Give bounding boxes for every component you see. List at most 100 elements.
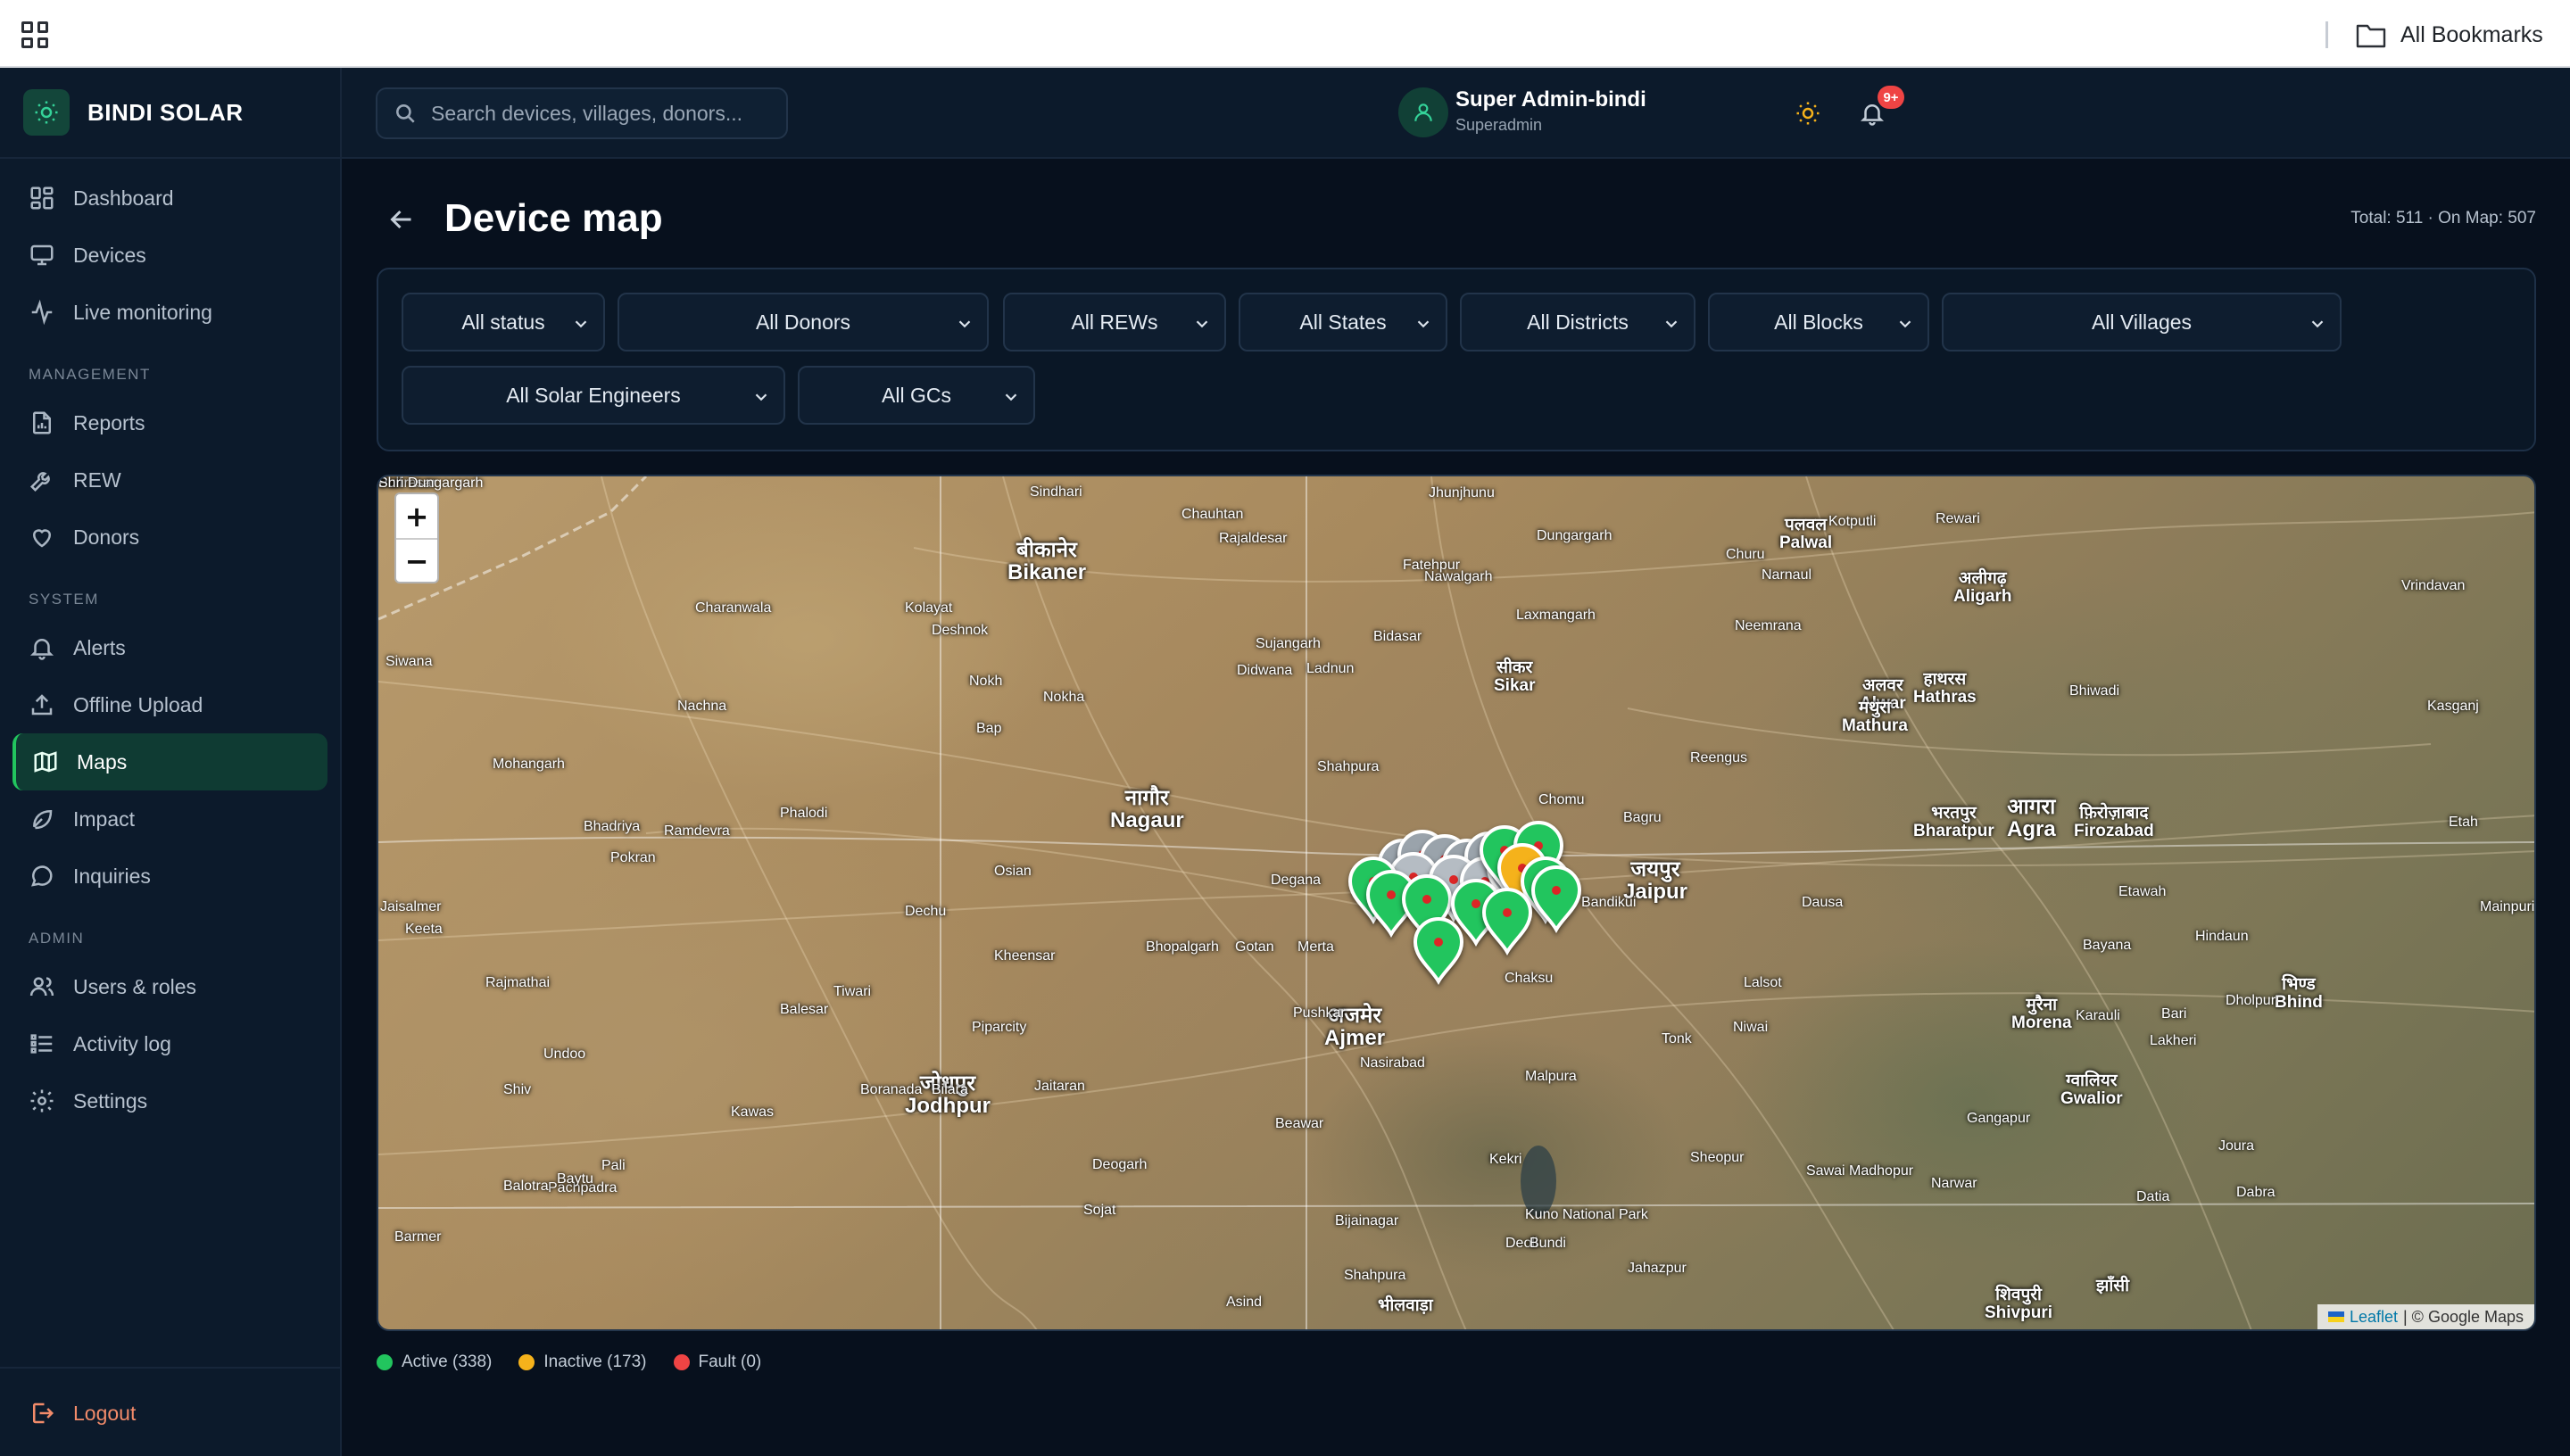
- users-icon: [29, 977, 54, 997]
- section-label-management: MANAGEMENT: [29, 366, 151, 383]
- brand-name: BINDI SOLAR: [87, 98, 244, 126]
- sidebar-item-label: Inquiries: [73, 864, 151, 888]
- list-icon: [30, 1034, 53, 1054]
- status-filter-value: All status: [461, 310, 545, 334]
- sidebar-nav: Dashboard Devices Live monitoring MANAGE…: [0, 159, 340, 1129]
- page-title: Device map: [444, 196, 663, 240]
- back-button[interactable]: [386, 203, 418, 236]
- sidebar-item-label: Maps: [77, 749, 128, 774]
- chevron-down-icon: [2311, 320, 2324, 328]
- sidebar-item-label: Settings: [73, 1088, 148, 1113]
- arrow-left-icon: [390, 210, 411, 229]
- sidebar-item-label: Users & roles: [73, 974, 197, 998]
- rews-filter-value: All REWs: [1071, 310, 1158, 334]
- monitor-icon: [30, 244, 54, 266]
- all-bookmarks-button[interactable]: All Bookmarks: [2356, 18, 2543, 52]
- sidebar-item-label: REW: [73, 467, 121, 492]
- sidebar-item-label: Live monitoring: [73, 300, 212, 324]
- chevron-down-icon: [575, 320, 587, 328]
- apps-grid-icon[interactable]: [21, 21, 48, 48]
- sidebar-item-alerts[interactable]: Alerts: [12, 619, 327, 676]
- legend-active-label: Active (338): [402, 1353, 493, 1371]
- theme-toggle-sun-icon[interactable]: [1789, 95, 1827, 132]
- bell-icon: [29, 639, 54, 660]
- villages-filter-select[interactable]: All Villages: [1942, 293, 2342, 352]
- search-input[interactable]: [431, 101, 770, 126]
- logout-button[interactable]: Logout: [12, 1385, 327, 1442]
- sidebar-item-devices[interactable]: Devices: [12, 227, 327, 284]
- chevron-down-icon: [1005, 393, 1017, 401]
- sidebar-item-settings[interactable]: Settings: [12, 1072, 327, 1129]
- sidebar-item-label: Reports: [73, 410, 145, 434]
- sidebar: BINDI SOLAR Dashboard Devices Live monit…: [0, 68, 342, 1456]
- file-chart-icon: [33, 411, 51, 434]
- villages-filter-value: All Villages: [2091, 310, 2193, 334]
- legend-fault-dot: [673, 1354, 690, 1370]
- sidebar-item-offline-upload[interactable]: Offline Upload: [12, 676, 327, 733]
- legend-fault-label: Fault (0): [698, 1353, 762, 1371]
- blocks-filter-value: All Blocks: [1774, 310, 1863, 334]
- gear-icon: [30, 1089, 54, 1113]
- sidebar-item-inquiries[interactable]: Inquiries: [12, 848, 327, 905]
- sidebar-item-activity-log[interactable]: Activity log: [12, 1015, 327, 1072]
- legend-fault: Fault (0): [673, 1353, 762, 1372]
- all-bookmarks-label: All Bookmarks: [2400, 21, 2543, 47]
- notification-badge: 9+: [1878, 86, 1904, 109]
- topbar: 9+ Super Admin-bindi Superadmin: [342, 68, 2570, 159]
- brand[interactable]: BINDI SOLAR: [0, 68, 340, 159]
- device-marker[interactable]: [1481, 888, 1533, 956]
- logout-area: Logout: [0, 1367, 340, 1456]
- sidebar-item-label: Activity log: [73, 1031, 171, 1055]
- map-legend: Active (338) Inactive (173) Fault (0): [377, 1353, 761, 1372]
- browser-bookmarks-bar: All Bookmarks: [0, 0, 2570, 68]
- blocks-filter-select[interactable]: All Blocks: [1708, 293, 1929, 352]
- search-icon: [396, 104, 415, 123]
- device-map[interactable]: + − बीकानेर Bikaner नागौर Nagaur जोधपुर Jodhp…: [377, 475, 2536, 1331]
- search-box[interactable]: [376, 87, 788, 139]
- chevron-down-icon: [1899, 320, 1911, 328]
- districts-filter-select[interactable]: All Districts: [1460, 293, 1695, 352]
- section-label-admin: ADMIN: [29, 930, 85, 947]
- hand-heart-icon: [32, 529, 52, 548]
- gcs-filter-value: All GCs: [882, 383, 951, 407]
- donors-filter-select[interactable]: All Donors: [618, 293, 989, 352]
- sidebar-item-maps[interactable]: Maps: [12, 733, 327, 790]
- ukraine-flag-icon: [2327, 1311, 2344, 1322]
- chevron-down-icon: [1665, 320, 1678, 328]
- chevron-down-icon: [958, 320, 971, 328]
- status-filter-select[interactable]: All status: [402, 293, 605, 352]
- sidebar-item-reports[interactable]: Reports: [12, 394, 327, 451]
- states-filter-select[interactable]: All States: [1239, 293, 1447, 352]
- sidebar-item-donors[interactable]: Donors: [12, 509, 327, 566]
- sidebar-item-impact[interactable]: Impact: [12, 790, 327, 848]
- avatar[interactable]: [1398, 87, 1448, 137]
- upload-icon: [31, 694, 53, 716]
- device-marker[interactable]: [1530, 865, 1582, 934]
- sidebar-item-label: Donors: [73, 525, 140, 549]
- legend-inactive-label: Inactive (173): [543, 1353, 647, 1371]
- map-attribution: Leaflet | © Google Maps: [2317, 1304, 2534, 1329]
- user-name[interactable]: Super Admin-bindi: [1455, 87, 1646, 112]
- sidebar-item-rew[interactable]: REW: [12, 451, 327, 509]
- sidebar-item-label: Offline Upload: [73, 692, 203, 716]
- sidebar-item-dashboard[interactable]: Dashboard: [12, 170, 327, 227]
- sidebar-item-live-monitoring[interactable]: Live monitoring: [12, 284, 327, 341]
- logout-label: Logout: [73, 1401, 137, 1425]
- gcs-filter-select[interactable]: All GCs: [798, 366, 1035, 425]
- solar-engineers-filter-select[interactable]: All Solar Engineers: [402, 366, 785, 425]
- states-filter-value: All States: [1299, 310, 1387, 334]
- device-marker[interactable]: [1413, 917, 1464, 986]
- device-totals: Total: 511 · On Map: 507: [2350, 209, 2536, 228]
- legend-active: Active (338): [377, 1353, 492, 1372]
- leaflet-link[interactable]: Leaflet: [2350, 1308, 2398, 1327]
- legend-inactive-dot: [518, 1354, 535, 1370]
- wrench-icon: [29, 472, 50, 492]
- sidebar-item-label: Devices: [73, 243, 146, 267]
- user-icon: [1414, 103, 1432, 121]
- sidebar-item-users-roles[interactable]: Users & roles: [12, 958, 327, 1015]
- section-label-system: SYSTEM: [29, 591, 99, 608]
- dashboard-icon: [30, 186, 54, 210]
- logout-icon: [33, 1402, 54, 1424]
- solar-engineers-filter-value: All Solar Engineers: [506, 383, 681, 407]
- rews-filter-select[interactable]: All REWs: [1003, 293, 1226, 352]
